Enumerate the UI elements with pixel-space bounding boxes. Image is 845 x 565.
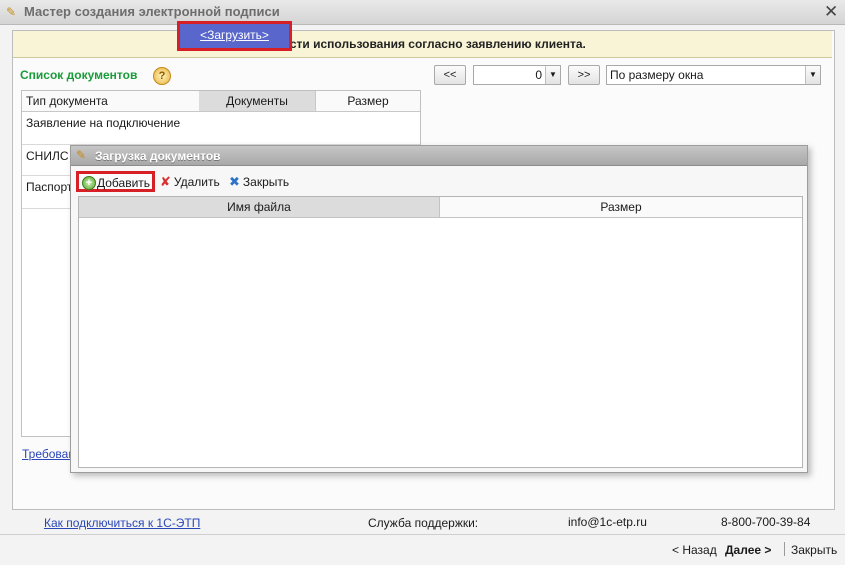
banner-text: Области использования согласно заявлению… <box>259 37 586 51</box>
upload-link[interactable]: <Загрузить> <box>180 28 289 42</box>
close-label: Закрыть <box>242 175 290 189</box>
chevron-down-icon[interactable]: ▼ <box>545 66 560 84</box>
app-icon: ✎ <box>6 5 17 19</box>
column-header-type[interactable]: Тип документа <box>22 91 203 112</box>
scale-select[interactable]: По размеру окна ▼ <box>606 65 821 85</box>
delete-button[interactable]: ✘ Удалить <box>160 174 220 190</box>
prev-page-button[interactable]: << <box>434 65 466 85</box>
add-icon: + <box>82 176 96 190</box>
how-to-connect-link[interactable]: Как подключиться к 1С-ЭТП <box>44 516 200 530</box>
column-header-documents[interactable]: Документы <box>199 91 316 112</box>
footer-divider <box>0 534 845 535</box>
upload-documents-dialog: ✎ Загрузка документов + Добавить ✘ Удалит… <box>70 145 808 473</box>
dialog-titlebar: ✎ Загрузка документов <box>71 146 807 166</box>
files-table[interactable]: Имя файла Размер <box>78 196 803 468</box>
delete-icon: ✘ <box>160 174 171 189</box>
support-email: info@1c-etp.ru <box>568 515 647 529</box>
window-titlebar: ✎ Мастер создания электронной подписи ✕ <box>0 0 845 25</box>
doc-type-cell: СНИЛС <box>26 149 69 163</box>
column-header-filesize[interactable]: Размер <box>440 197 802 218</box>
requirements-link[interactable]: Требован <box>22 447 75 461</box>
window-close-button[interactable]: ✕ <box>824 2 838 22</box>
close-wizard-button[interactable]: Закрыть <box>791 543 837 557</box>
page-number-value: 0 <box>535 68 542 82</box>
dialog-icon: ✎ <box>76 148 87 162</box>
column-header-size[interactable]: Размер <box>316 91 420 112</box>
dialog-title: Загрузка документов <box>95 149 221 163</box>
doc-list-title: Список документов <box>20 68 138 82</box>
next-page-button[interactable]: >> <box>568 65 600 85</box>
info-banner: Области использования согласно заявлению… <box>13 31 832 58</box>
column-header-filename[interactable]: Имя файла <box>79 197 440 218</box>
next-button[interactable]: Далее > <box>725 543 771 557</box>
add-label: Добавить <box>97 176 151 190</box>
delete-label: Удалить <box>173 175 220 189</box>
scale-value: По размеру окна <box>610 68 704 82</box>
support-phone: 8-800-700-39-84 <box>721 515 811 529</box>
support-label: Служба поддержки: <box>368 516 479 530</box>
table-row[interactable]: Заявление на подключение <box>22 112 420 145</box>
doc-type-cell: Паспорт <box>26 180 73 194</box>
page-number-field[interactable]: 0 ▼ <box>473 65 561 85</box>
doc-type-cell: Заявление на подключение <box>26 116 181 130</box>
window-title: Мастер создания электронной подписи <box>24 4 280 19</box>
upload-cell-selected[interactable]: <Загрузить> <box>177 21 292 51</box>
back-button[interactable]: < Назад <box>672 543 717 557</box>
nav-divider <box>784 542 785 556</box>
close-icon: ✖ <box>229 174 240 189</box>
close-dialog-button[interactable]: ✖ Закрыть <box>229 174 289 190</box>
chevron-down-icon[interactable]: ▼ <box>805 66 820 84</box>
add-button[interactable]: + Добавить <box>76 171 155 192</box>
help-icon[interactable]: ? <box>153 67 171 85</box>
